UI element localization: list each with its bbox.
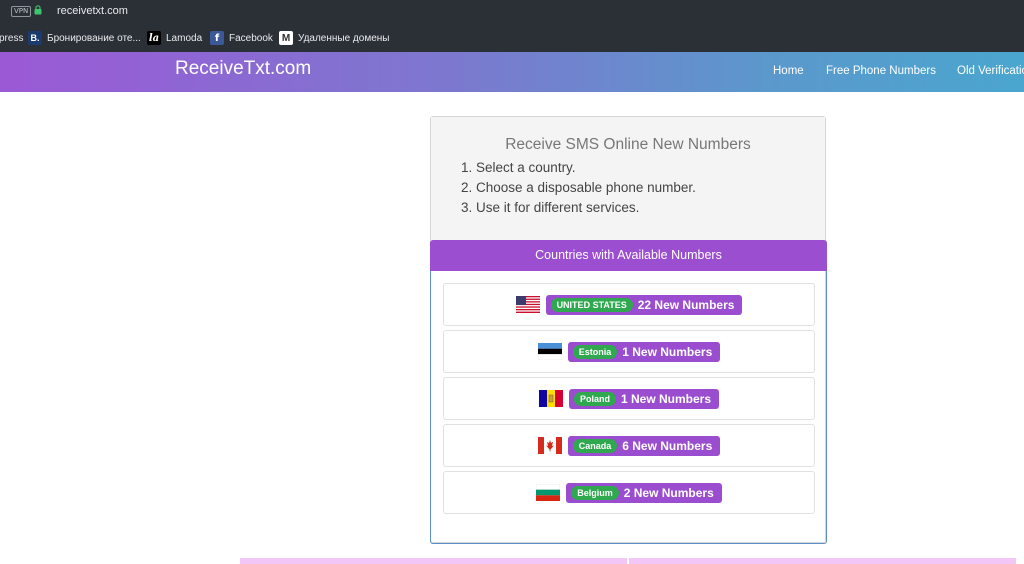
step-item: 3. Use it for different services.: [461, 200, 640, 215]
intro-title: Receive SMS Online New Numbers: [505, 136, 751, 153]
bookmark-label: Lamoda: [166, 32, 203, 44]
numbers-count: 2 New Numbers: [623, 485, 714, 500]
canada-flag-icon: [537, 437, 562, 454]
lamoda-icon: la: [147, 31, 161, 45]
country-link[interactable]: Poland 1 New Numbers: [568, 388, 720, 409]
numbers-count: 1 New Numbers: [622, 344, 713, 359]
estonia-flag-icon: [537, 343, 562, 360]
country-tag: Belgium: [571, 485, 619, 500]
browser-address-bar: VPN receivetxt.com: [0, 0, 1024, 24]
bookmark-item[interactable]: M Удаленные домены: [279, 24, 389, 52]
country-row-belgium[interactable]: Belgium 2 New Numbers: [443, 471, 815, 514]
country-row-poland[interactable]: Poland 1 New Numbers: [443, 377, 815, 420]
country-tag: Estonia: [572, 344, 618, 359]
countries-heading: Countries with Available Numbers: [430, 240, 827, 271]
site-logo[interactable]: ReceiveTxt.com: [175, 58, 311, 80]
us-flag-icon: [515, 296, 540, 313]
country-tag: Poland: [573, 391, 616, 406]
lock-icon: [34, 5, 42, 15]
country-row-united-states[interactable]: UNITED STATES 22 New Numbers: [443, 283, 815, 326]
numbers-count: 6 New Numbers: [622, 438, 713, 453]
steps-list: 1. Select a country. 2. Choose a disposa…: [461, 158, 696, 218]
step-item: 2. Choose a disposable phone number.: [461, 180, 696, 195]
step-item: 1. Select a country.: [461, 160, 576, 175]
m-icon: M: [279, 31, 293, 45]
country-tag: UNITED STATES: [550, 297, 633, 312]
vpn-badge[interactable]: VPN: [11, 6, 32, 17]
site-header: ReceiveTxt.com Home Free Phone Numbers O…: [0, 52, 1024, 92]
bookmarks-bar: press B. Бронирование оте... la Lamoda f…: [0, 24, 1024, 52]
facebook-icon: f: [210, 31, 224, 45]
country-tag: Canada: [572, 438, 618, 453]
country-link[interactable]: Belgium 2 New Numbers: [566, 482, 722, 503]
url-field[interactable]: receivetxt.com: [57, 5, 128, 17]
bookmark-item[interactable]: press: [0, 24, 23, 52]
bookmark-label: Бронирование оте...: [47, 32, 141, 44]
bottom-panel-strip: [240, 558, 1016, 564]
country-link[interactable]: UNITED STATES 22 New Numbers: [545, 294, 743, 315]
country-row-estonia[interactable]: Estonia 1 New Numbers: [443, 330, 815, 373]
countries-list: UNITED STATES 22 New Numbers Estonia 1 N…: [430, 271, 827, 544]
numbers-count: 1 New Numbers: [620, 391, 712, 406]
bookmark-label: press: [0, 32, 24, 44]
bookmark-item[interactable]: f Facebook: [210, 24, 273, 52]
andorra-style-flag-icon: [538, 390, 563, 407]
bookmark-label: Удаленные домены: [298, 32, 390, 44]
booking-icon: B.: [28, 31, 42, 45]
nav-free-phone-numbers[interactable]: Free Phone Numbers: [826, 65, 936, 77]
numbers-card: Receive SMS Online New Numbers 1. Select…: [430, 116, 827, 544]
intro-panel: Receive SMS Online New Numbers 1. Select…: [431, 117, 825, 241]
country-row-canada[interactable]: Canada 6 New Numbers: [443, 424, 815, 467]
bulgaria-flag-icon: [536, 484, 561, 501]
nav-old-verifications[interactable]: Old Verificatio: [957, 65, 1024, 77]
nav-home[interactable]: Home: [773, 65, 804, 77]
country-link[interactable]: Canada 6 New Numbers: [567, 435, 721, 456]
bookmark-label: Facebook: [229, 32, 273, 44]
divider: [627, 558, 629, 564]
bookmark-item[interactable]: la Lamoda: [147, 24, 202, 52]
country-link[interactable]: Estonia 1 New Numbers: [567, 341, 721, 362]
bookmark-item[interactable]: B. Бронирование оте...: [28, 24, 141, 52]
numbers-count: 22 New Numbers: [637, 297, 735, 312]
